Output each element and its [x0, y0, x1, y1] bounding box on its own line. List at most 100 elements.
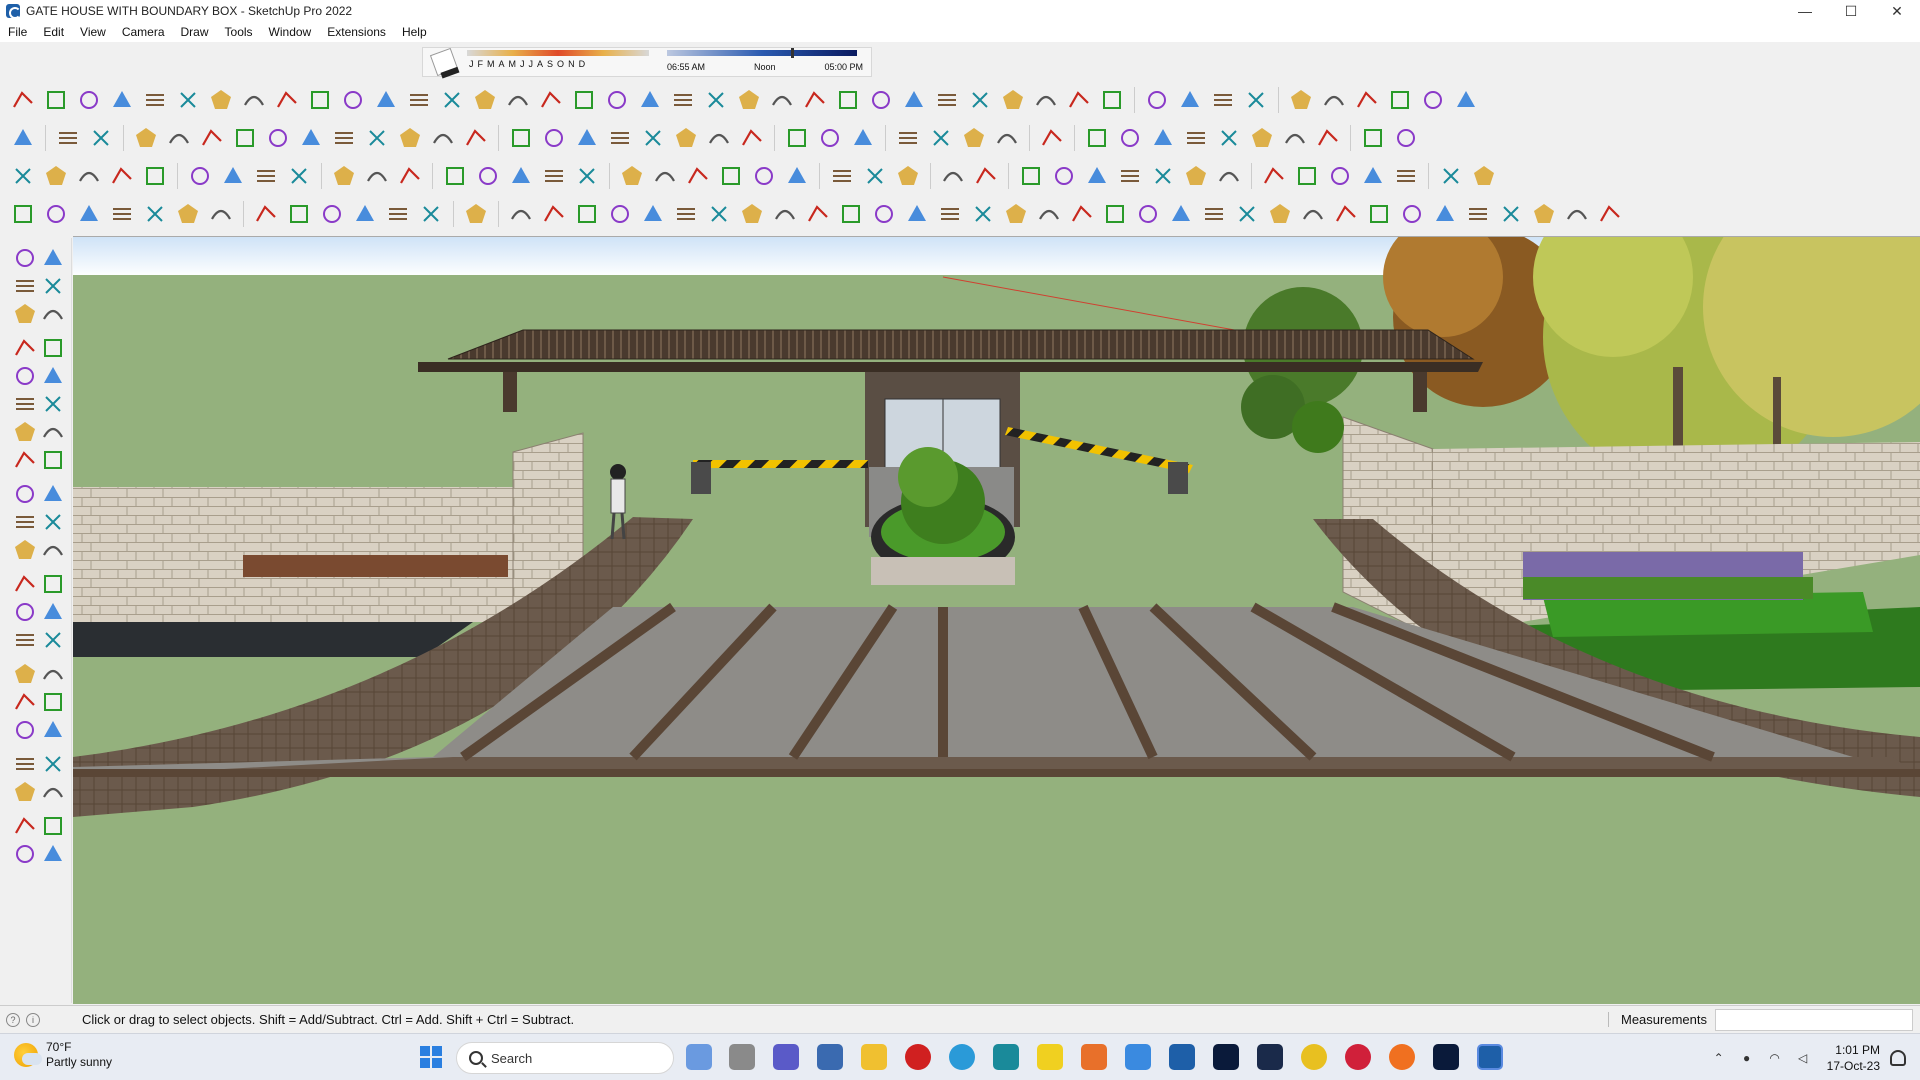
- toolbar-tool-icon[interactable]: [404, 85, 434, 115]
- sandbox-3-icon[interactable]: [10, 839, 40, 869]
- pan-icon[interactable]: [38, 659, 68, 689]
- chat-app-icon[interactable]: [773, 1044, 799, 1070]
- position-camera-icon[interactable]: [10, 777, 40, 807]
- protractor-icon[interactable]: [10, 597, 40, 627]
- toolbar-tool-icon[interactable]: [1067, 199, 1097, 229]
- select-icon[interactable]: [10, 243, 40, 273]
- toolbar-tool-icon[interactable]: [41, 199, 71, 229]
- toolbar-tool-icon[interactable]: [1115, 161, 1145, 191]
- toolbar-tool-icon[interactable]: [437, 85, 467, 115]
- toolbar-tool-icon[interactable]: [965, 85, 995, 115]
- zoom-window-icon[interactable]: [38, 687, 68, 717]
- menu-camera[interactable]: Camera: [114, 25, 173, 39]
- toolbar-tool-icon[interactable]: [1214, 123, 1244, 153]
- toolbar-tool-icon[interactable]: [539, 161, 569, 191]
- toolbar-tool-icon[interactable]: [815, 123, 845, 153]
- axes-icon[interactable]: [10, 625, 40, 655]
- toolbar-tool-icon[interactable]: [470, 85, 500, 115]
- rotate-icon[interactable]: [10, 507, 40, 537]
- toolbar-tool-icon[interactable]: [716, 161, 746, 191]
- toolbar-tool-icon[interactable]: [251, 199, 281, 229]
- toolbar-tool-icon[interactable]: [1463, 199, 1493, 229]
- app-icon[interactable]: [993, 1044, 1019, 1070]
- section-plane-icon[interactable]: [38, 777, 68, 807]
- toolbar-tool-icon[interactable]: [1181, 161, 1211, 191]
- rectangle-icon[interactable]: [10, 361, 40, 391]
- network-status-icon[interactable]: ●: [1738, 1049, 1756, 1067]
- toolbar-tool-icon[interactable]: [461, 123, 491, 153]
- photoshop-icon-2[interactable]: [1433, 1044, 1459, 1070]
- toolbar-tool-icon[interactable]: [704, 199, 734, 229]
- toolbar-tool-icon[interactable]: [1181, 123, 1211, 153]
- tape-measure-icon[interactable]: [38, 299, 68, 329]
- text-icon[interactable]: [38, 597, 68, 627]
- toolbar-tool-icon[interactable]: [1142, 85, 1172, 115]
- toolbar-tool-icon[interactable]: [893, 123, 923, 153]
- toolbar-tool-icon[interactable]: [1595, 199, 1625, 229]
- toolbar-tool-icon[interactable]: [428, 123, 458, 153]
- toolbar-tool-icon[interactable]: [1232, 199, 1262, 229]
- walk-icon[interactable]: [10, 749, 40, 779]
- sandbox-2-icon[interactable]: [38, 811, 68, 841]
- toolbar-tool-icon[interactable]: [869, 199, 899, 229]
- grammarly-icon[interactable]: [1081, 1044, 1107, 1070]
- toolbar-tool-icon[interactable]: [638, 199, 668, 229]
- toolbar-tool-icon[interactable]: [668, 85, 698, 115]
- toolbar-tool-icon[interactable]: [8, 199, 38, 229]
- toolbar-tool-icon[interactable]: [935, 199, 965, 229]
- sketchup-taskbar-icon[interactable]: [1169, 1044, 1195, 1070]
- soundcloud-icon[interactable]: [1389, 1044, 1415, 1070]
- toolbar-tool-icon[interactable]: [395, 123, 425, 153]
- menu-file[interactable]: File: [0, 25, 35, 39]
- telegram-icon[interactable]: [949, 1044, 975, 1070]
- tools-app-icon[interactable]: [1125, 1044, 1151, 1070]
- toolbar-tool-icon[interactable]: [371, 85, 401, 115]
- toolbar-tool-icon[interactable]: [395, 161, 425, 191]
- toolbar-tool-icon[interactable]: [968, 199, 998, 229]
- toolbar-tool-icon[interactable]: [602, 85, 632, 115]
- eraser-icon[interactable]: [38, 271, 68, 301]
- toolbar-tool-icon[interactable]: [926, 123, 956, 153]
- toolbar-tool-icon[interactable]: [899, 85, 929, 115]
- toolbar-tool-icon[interactable]: [572, 123, 602, 153]
- toolbar-tool-icon[interactable]: [107, 199, 137, 229]
- toolbar-tool-icon[interactable]: [206, 199, 236, 229]
- zoom-icon[interactable]: [10, 687, 40, 717]
- toolbar-tool-icon[interactable]: [53, 123, 83, 153]
- toolbar-tool-icon[interactable]: [1049, 161, 1079, 191]
- toolbar-tool-icon[interactable]: [1034, 199, 1064, 229]
- toolbar-tool-icon[interactable]: [131, 123, 161, 153]
- shadow-time-slider[interactable]: 06:55 AM Noon 05:00 PM: [667, 48, 867, 74]
- toolbar-tool-icon[interactable]: [704, 123, 734, 153]
- toolbar-tool-icon[interactable]: [41, 161, 71, 191]
- toolbar-tool-icon[interactable]: [770, 199, 800, 229]
- toolbar-tool-icon[interactable]: [383, 199, 413, 229]
- toolbar-tool-icon[interactable]: [329, 161, 359, 191]
- toolbar-tool-icon[interactable]: [971, 161, 1001, 191]
- maximize-button[interactable]: ☐: [1828, 0, 1874, 22]
- toolbar-tool-icon[interactable]: [860, 161, 890, 191]
- toolbar-tool-icon[interactable]: [734, 85, 764, 115]
- push-pull-icon[interactable]: [38, 479, 68, 509]
- toolbar-tool-icon[interactable]: [572, 199, 602, 229]
- toolbar-tool-icon[interactable]: [1265, 199, 1295, 229]
- toolbar-tool-icon[interactable]: [86, 123, 116, 153]
- task-view-icon[interactable]: [729, 1044, 755, 1070]
- toolbar-tool-icon[interactable]: [1037, 123, 1067, 153]
- toolbar-tool-icon[interactable]: [782, 161, 812, 191]
- toolbar-tool-icon[interactable]: [683, 161, 713, 191]
- toolbar-tool-icon[interactable]: [350, 199, 380, 229]
- toolbar-tool-icon[interactable]: [506, 161, 536, 191]
- toolbar-tool-icon[interactable]: [230, 123, 260, 153]
- toolbar-tool-icon[interactable]: [800, 85, 830, 115]
- chrome-icon[interactable]: [1301, 1044, 1327, 1070]
- minimize-button[interactable]: —: [1782, 0, 1828, 22]
- toolbar-tool-icon[interactable]: [635, 85, 665, 115]
- toolbar-tool-icon[interactable]: [1241, 85, 1271, 115]
- toolbar-tool-icon[interactable]: [1001, 199, 1031, 229]
- toolbar-tool-icon[interactable]: [539, 199, 569, 229]
- toolbar-tool-icon[interactable]: [638, 123, 668, 153]
- line-icon[interactable]: [10, 333, 40, 363]
- toolbar-tool-icon[interactable]: [1064, 85, 1094, 115]
- toolbar-tool-icon[interactable]: [1148, 123, 1178, 153]
